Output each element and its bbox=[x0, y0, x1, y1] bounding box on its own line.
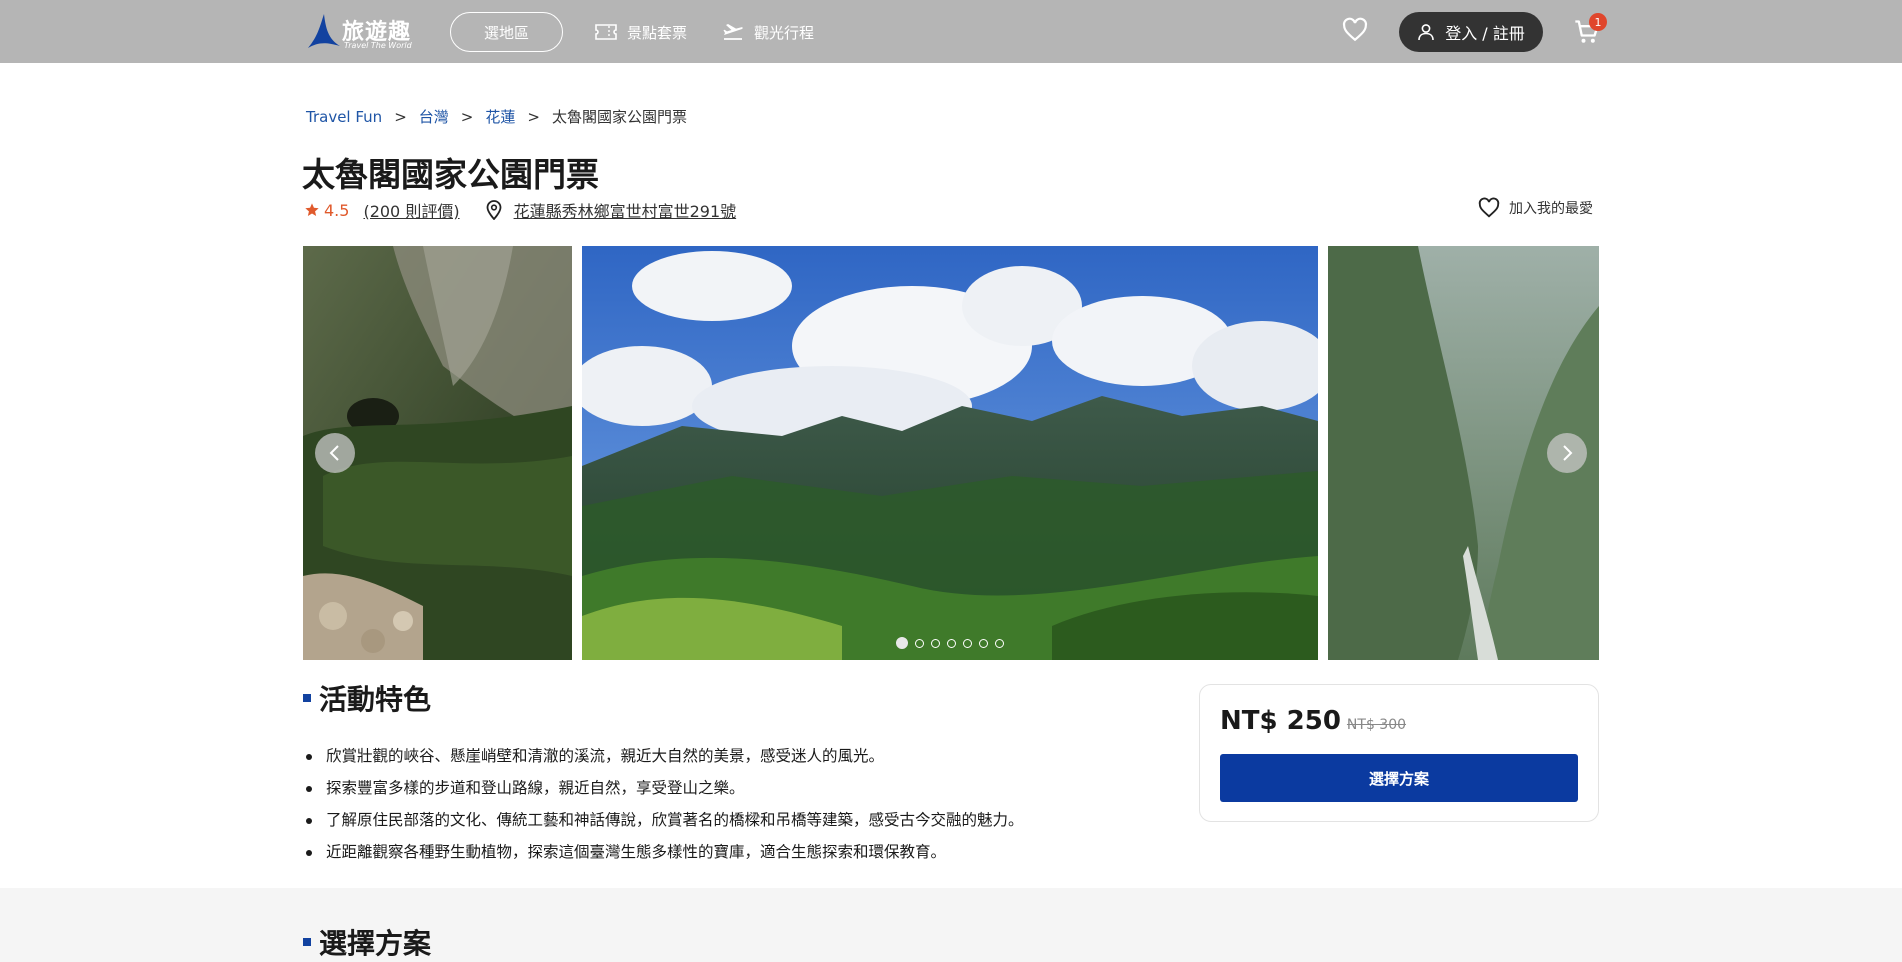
top-navigation-bar: 旅遊趣 Travel The World 選地區 景點套票 觀光行程 登入 / … bbox=[0, 0, 1902, 63]
favorites-button[interactable] bbox=[1342, 17, 1368, 43]
chevron-left-icon bbox=[329, 445, 339, 461]
original-price: NT$ 300 bbox=[1346, 717, 1407, 733]
plans-title-text: 選擇方案 bbox=[319, 927, 432, 960]
breadcrumb-separator: > bbox=[527, 107, 540, 126]
cart-count-badge: 1 bbox=[1589, 13, 1607, 31]
carousel-dot[interactable] bbox=[915, 638, 924, 648]
carousel-dot[interactable] bbox=[896, 637, 908, 649]
heart-outline-icon bbox=[1478, 197, 1500, 219]
heart-icon bbox=[1342, 17, 1368, 42]
carousel-next-button[interactable] bbox=[1547, 433, 1587, 473]
carousel-dot[interactable] bbox=[995, 638, 1004, 648]
breadcrumb: Travel Fun > 台灣 > 花蓮 > 太魯閣國家公園門票 bbox=[306, 106, 687, 127]
plane-icon bbox=[722, 23, 744, 41]
features-title-text: 活動特色 bbox=[319, 683, 432, 716]
product-meta: 4.5 (200 則評價) 花蓮縣秀林鄉富世村富世291號 bbox=[304, 198, 736, 222]
location-pin-icon bbox=[486, 200, 502, 220]
plans-section-title: 選擇方案 bbox=[303, 922, 431, 962]
address-link[interactable]: 花蓮縣秀林鄉富世村富世291號 bbox=[514, 198, 737, 222]
breadcrumb-separator: > bbox=[394, 107, 407, 126]
carousel-prev-button[interactable] bbox=[315, 433, 355, 473]
feature-item: 探索豐富多樣的步道和登山路線，親近自然，享受登山之樂。 bbox=[306, 776, 1024, 808]
price-row: NT$ 250 NT$ 300 bbox=[1220, 706, 1406, 736]
user-icon bbox=[1417, 23, 1435, 41]
carousel-dot[interactable] bbox=[931, 638, 940, 648]
select-region-button[interactable]: 選地區 bbox=[450, 12, 563, 52]
page-title: 太魯閣國家公園門票 bbox=[302, 155, 599, 194]
add-to-favorites-label: 加入我的最愛 bbox=[1509, 201, 1593, 217]
breadcrumb-current: 太魯閣國家公園門票 bbox=[551, 108, 687, 126]
breadcrumb-taiwan[interactable]: 台灣 bbox=[419, 106, 449, 127]
nav-sightseeing-tours[interactable]: 觀光行程 bbox=[722, 20, 814, 44]
carousel-dot[interactable] bbox=[947, 638, 956, 648]
login-register-button[interactable]: 登入 / 註冊 bbox=[1399, 12, 1543, 52]
photo-carousel bbox=[303, 246, 1599, 660]
feature-item: 欣賞壯觀的峽谷、懸崖峭壁和清澈的溪流，親近大自然的美景，感受迷人的風光。 bbox=[306, 744, 1024, 776]
carousel-dot[interactable] bbox=[963, 638, 972, 648]
reviews-link[interactable]: (200 則評價) bbox=[363, 198, 459, 222]
section-marker bbox=[303, 938, 311, 946]
carousel-pagination bbox=[896, 637, 1011, 649]
rating-value: 4.5 bbox=[324, 200, 350, 220]
ticket-icon bbox=[595, 23, 617, 41]
select-plan-button[interactable]: 選擇方案 bbox=[1220, 754, 1578, 802]
nav-attraction-tickets[interactable]: 景點套票 bbox=[595, 20, 687, 44]
plans-section bbox=[0, 888, 1902, 962]
features-list: 欣賞壯觀的峽谷、懸崖峭壁和清澈的溪流，親近大自然的美景，感受迷人的風光。 探索豐… bbox=[306, 744, 1024, 872]
feature-item: 了解原住民部落的文化、傳統工藝和神話傳說，欣賞著名的橋樑和吊橋等建築，感受古今交… bbox=[306, 808, 1024, 840]
features-section-title: 活動特色 bbox=[303, 678, 431, 718]
add-to-favorites-button[interactable]: 加入我的最愛 bbox=[1478, 197, 1593, 219]
logo-swoosh-icon bbox=[308, 14, 340, 48]
login-register-label: 登入 / 註冊 bbox=[1445, 24, 1525, 43]
section-marker bbox=[303, 694, 311, 702]
nav-sightseeing-tours-label: 觀光行程 bbox=[754, 23, 815, 42]
carousel-photo-current[interactable] bbox=[582, 246, 1318, 660]
price-card: NT$ 250 NT$ 300 選擇方案 bbox=[1199, 684, 1599, 822]
site-logo[interactable]: 旅遊趣 Travel The World bbox=[306, 12, 416, 52]
carousel-dot[interactable] bbox=[979, 638, 988, 648]
current-price: NT$ 250 bbox=[1220, 706, 1341, 736]
breadcrumb-separator: > bbox=[460, 107, 474, 126]
logo-subtitle: Travel The World bbox=[344, 41, 412, 50]
nav-attraction-tickets-label: 景點套票 bbox=[627, 23, 688, 42]
breadcrumb-home[interactable]: Travel Fun bbox=[306, 108, 382, 126]
feature-item: 近距離觀察各種野生動植物，探索這個臺灣生態多樣性的寶庫，適合生態探索和環保教育。 bbox=[306, 840, 1024, 872]
star-icon bbox=[304, 202, 320, 218]
breadcrumb-hualien[interactable]: 花蓮 bbox=[485, 106, 515, 127]
chevron-right-icon bbox=[1563, 445, 1573, 461]
